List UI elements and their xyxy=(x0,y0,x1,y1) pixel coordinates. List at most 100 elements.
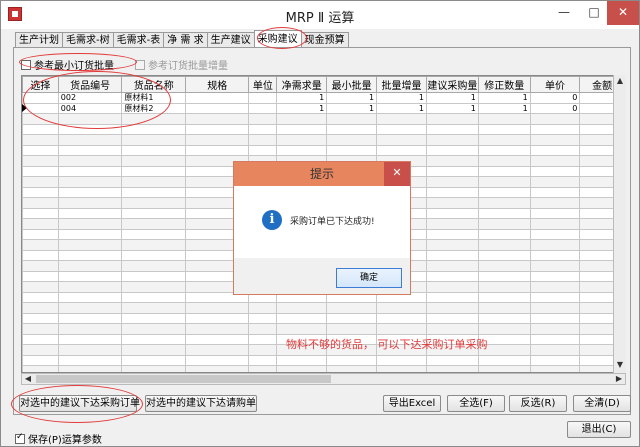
empty-cell xyxy=(57,281,123,293)
col-header[interactable]: 净需求量 xyxy=(276,76,328,93)
empty-cell xyxy=(185,312,250,324)
empty-cell xyxy=(22,176,59,188)
cell-item-code: 004 xyxy=(57,102,123,114)
empty-cell xyxy=(121,155,187,167)
tab-cash-budget[interactable]: 现金预算 xyxy=(300,32,349,48)
empty-cell xyxy=(425,302,479,314)
empty-cell xyxy=(425,176,479,188)
scroll-right-icon[interactable]: ▶ xyxy=(613,374,625,384)
empty-cell xyxy=(185,344,250,356)
ref-order-increment-checkbox: 参考订货批量增量 xyxy=(135,57,228,72)
create-purchase-order-button[interactable]: 对选中的建议下达采购订单 xyxy=(19,395,140,412)
empty-cell xyxy=(529,354,581,366)
empty-cell xyxy=(529,218,581,230)
empty-cell xyxy=(529,312,581,324)
empty-cell xyxy=(57,113,123,125)
save-params-checkbox[interactable]: 保存(P)运算参数 xyxy=(15,431,102,446)
empty-cell xyxy=(22,302,59,314)
empty-cell xyxy=(121,176,187,188)
col-header[interactable]: 货品名称 xyxy=(121,76,187,93)
empty-cell xyxy=(121,228,187,240)
empty-cell xyxy=(529,134,581,146)
col-header[interactable]: 最小批量 xyxy=(326,76,378,93)
empty-cell xyxy=(425,270,479,282)
empty-cell xyxy=(477,186,531,198)
scroll-up-icon[interactable]: ▲ xyxy=(614,75,626,87)
select-cell[interactable] xyxy=(22,92,59,104)
empty-cell xyxy=(121,249,187,261)
empty-cell xyxy=(477,281,531,293)
tab-gross-req-tree[interactable]: 毛需求-树 xyxy=(62,32,114,48)
tab-net-req[interactable]: 净 需 求 xyxy=(163,32,208,48)
empty-cell xyxy=(185,302,250,314)
empty-cell xyxy=(425,312,479,324)
ref-min-order-checkbox[interactable]: 参考最小订货批量 xyxy=(21,57,114,72)
empty-cell xyxy=(57,344,123,356)
empty-cell xyxy=(22,249,59,261)
empty-cell xyxy=(121,281,187,293)
col-header[interactable]: 批量增量 xyxy=(376,76,427,93)
empty-cell xyxy=(529,281,581,293)
empty-cell xyxy=(22,144,59,156)
empty-cell xyxy=(425,291,479,303)
export-excel-button[interactable]: 导出Excel xyxy=(383,395,441,412)
table-row[interactable]: 004 原材料2 1 1 1 1 1 0 xyxy=(22,102,625,114)
select-cell[interactable] xyxy=(22,102,59,114)
col-header[interactable]: 货品编号 xyxy=(57,76,123,93)
col-header[interactable]: 单位 xyxy=(248,76,278,93)
select-all-button[interactable]: 全选(F) xyxy=(447,395,505,412)
exit-button[interactable]: 退出(C) xyxy=(567,421,631,438)
col-header[interactable]: 规格 xyxy=(185,76,250,93)
col-header[interactable]: 选择 xyxy=(22,76,59,93)
minimize-button[interactable]: — xyxy=(549,1,579,25)
tab-production-plan[interactable]: 生产计划 xyxy=(15,32,63,48)
empty-cell xyxy=(477,260,531,272)
empty-cell xyxy=(477,323,531,335)
col-header[interactable]: 建议采购量 xyxy=(425,76,479,93)
col-header[interactable]: 修正数量 xyxy=(477,76,531,93)
ok-button[interactable]: 确定 xyxy=(336,268,402,288)
cell-spec xyxy=(185,102,250,114)
close-button[interactable]: ✕ xyxy=(607,1,639,25)
empty-cell xyxy=(22,218,59,230)
empty-cell xyxy=(477,123,531,135)
vertical-scrollbar[interactable]: ▲ ▼ xyxy=(613,75,626,373)
empty-cell xyxy=(22,260,59,272)
empty-cell xyxy=(121,134,187,146)
empty-cell xyxy=(425,239,479,251)
empty-cell xyxy=(22,323,59,335)
horizontal-scrollbar[interactable]: ◀ ▶ xyxy=(21,373,626,385)
empty-cell xyxy=(326,113,378,125)
empty-cell xyxy=(425,186,479,198)
invert-selection-button[interactable]: 反选(R) xyxy=(509,395,567,412)
scrollbar-thumb[interactable] xyxy=(36,375,331,383)
empty-cell xyxy=(57,270,123,282)
tab-purchase-advice[interactable]: 采购建议 xyxy=(253,30,302,48)
scroll-left-icon[interactable]: ◀ xyxy=(22,374,34,384)
dialog-close-button[interactable]: ✕ xyxy=(384,162,410,186)
empty-cell xyxy=(477,134,531,146)
empty-cell xyxy=(57,197,123,209)
tab-production-advice[interactable]: 生产建议 xyxy=(206,32,255,48)
maximize-button[interactable]: □ xyxy=(579,1,609,25)
empty-cell xyxy=(248,302,278,314)
cell-adjusted-qty[interactable]: 1 xyxy=(477,92,531,104)
empty-cell xyxy=(425,113,479,125)
empty-cell xyxy=(22,155,59,167)
cell-adjusted-qty[interactable]: 1 xyxy=(477,102,531,114)
empty-cell xyxy=(57,207,123,219)
checkbox-box[interactable] xyxy=(15,432,25,444)
col-header[interactable]: 单价 xyxy=(529,76,581,93)
empty-cell xyxy=(121,354,187,366)
empty-cell xyxy=(57,249,123,261)
empty-cell xyxy=(276,123,328,135)
empty-cell xyxy=(185,365,250,372)
scroll-down-icon[interactable]: ▼ xyxy=(614,359,626,371)
empty-cell xyxy=(477,144,531,156)
table-row[interactable]: 002 原材料1 1 1 1 1 1 0 xyxy=(22,92,625,104)
create-requisition-button[interactable]: 对选中的建议下达请购单 xyxy=(145,395,257,412)
checkbox-box[interactable] xyxy=(21,59,31,70)
clear-all-button[interactable]: 全清(D) xyxy=(573,395,631,412)
empty-cell xyxy=(326,123,378,135)
tab-gross-req-table[interactable]: 毛需求-表 xyxy=(112,32,165,48)
